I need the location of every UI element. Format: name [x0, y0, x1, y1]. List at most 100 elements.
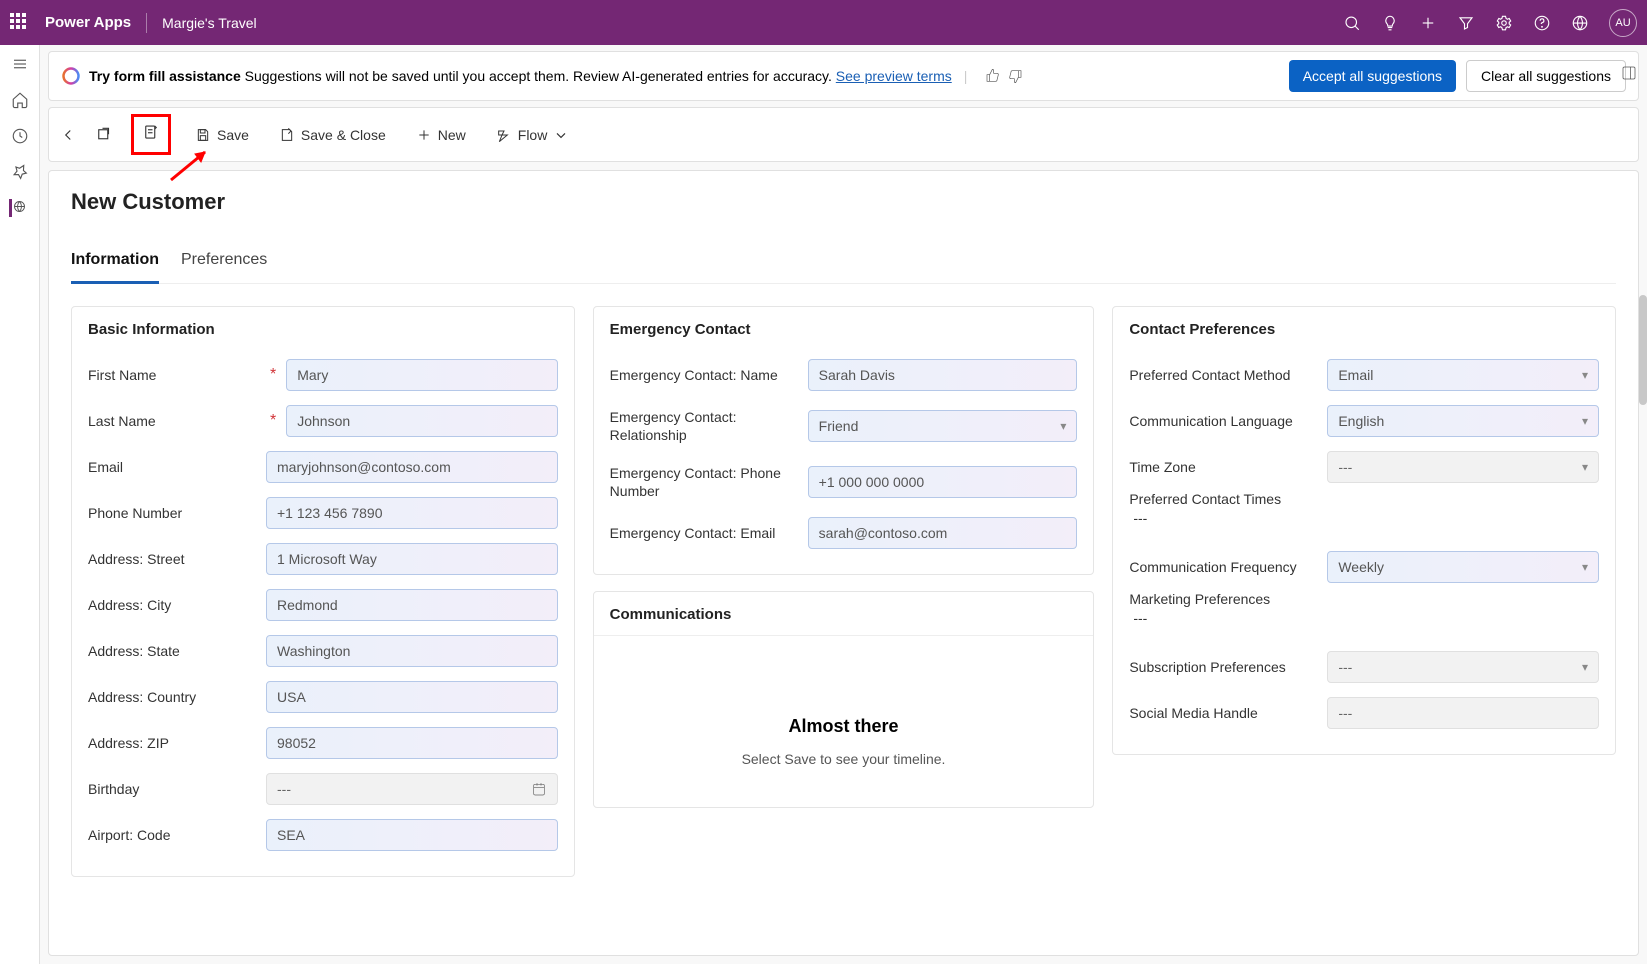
label-state: Address: State: [88, 643, 256, 659]
divider: [146, 13, 147, 33]
input-zip[interactable]: 98052: [266, 727, 558, 759]
filter-icon[interactable]: [1457, 14, 1475, 32]
globe-icon[interactable]: [9, 199, 27, 217]
input-birthday[interactable]: ---: [266, 773, 558, 805]
copilot-pane-toggle-icon[interactable]: [1615, 59, 1643, 87]
form-fill-toolbar-button-highlighted[interactable]: [131, 114, 171, 155]
input-email[interactable]: maryjohnson@contoso.com: [266, 451, 558, 483]
tab-information[interactable]: Information: [71, 245, 159, 283]
clear-all-suggestions-button[interactable]: Clear all suggestions: [1466, 60, 1626, 92]
select-ec-relationship[interactable]: Friend▾: [808, 410, 1078, 442]
search-icon[interactable]: [1343, 14, 1361, 32]
label-last-name: Last Name: [88, 413, 256, 429]
label-comm-freq: Communication Frequency: [1129, 558, 1317, 576]
label-mkt-pref: Marketing Preferences: [1129, 590, 1317, 608]
timeline-empty-title: Almost there: [614, 716, 1074, 737]
section-header: Contact Preferences: [1113, 307, 1615, 346]
global-header: Power Apps Margie's Travel AU: [0, 0, 1647, 45]
input-social-handle[interactable]: ---: [1327, 697, 1599, 729]
environment-name: Margie's Travel: [162, 15, 256, 31]
form-fill-assist-icon: [142, 123, 160, 141]
suggestion-title: Try form fill assistance: [89, 68, 241, 84]
input-ec-email[interactable]: sarah@contoso.com: [808, 517, 1078, 549]
value-pref-times: ---: [1129, 510, 1147, 526]
scrollbar[interactable]: [1639, 295, 1647, 405]
value-mkt-pref: ---: [1129, 610, 1147, 626]
page-title: New Customer: [71, 189, 1616, 215]
label-zip: Address: ZIP: [88, 735, 256, 751]
user-avatar[interactable]: AU: [1609, 9, 1637, 37]
input-street[interactable]: 1 Microsoft Way: [266, 543, 558, 575]
select-pref-method[interactable]: Email▾: [1327, 359, 1599, 391]
thumbs-up-icon[interactable]: [985, 68, 1001, 84]
select-sub-pref[interactable]: ---▾: [1327, 651, 1599, 683]
chevron-down-icon: ▾: [1582, 368, 1588, 382]
input-state[interactable]: Washington: [266, 635, 558, 667]
recent-icon[interactable]: [11, 127, 29, 145]
form-fill-suggestion-bar: Try form fill assistance Suggestions wil…: [48, 51, 1639, 101]
section-header: Basic Information: [72, 307, 574, 346]
label-ec-email: Emergency Contact: Email: [610, 524, 798, 542]
chevron-down-icon: ▾: [1582, 414, 1588, 428]
label-ec-name: Emergency Contact: Name: [610, 366, 798, 384]
chevron-down-icon: ▾: [1582, 560, 1588, 574]
label-city: Address: City: [88, 597, 256, 613]
add-icon[interactable]: [1419, 14, 1437, 32]
select-comm-frequency[interactable]: Weekly▾: [1327, 551, 1599, 583]
app-launcher-icon[interactable]: [10, 13, 30, 33]
select-pref-language[interactable]: English▾: [1327, 405, 1599, 437]
save-and-close-button[interactable]: Save & Close: [273, 123, 392, 147]
home-icon[interactable]: [11, 91, 29, 109]
help-icon[interactable]: [1533, 14, 1551, 32]
section-header: Communications: [594, 592, 1094, 636]
select-timezone[interactable]: ---▾: [1327, 451, 1599, 483]
chevron-down-icon: ▾: [1582, 460, 1588, 474]
chevron-down-icon: ▾: [1582, 660, 1588, 674]
form-page: New Customer Information Preferences Bas…: [48, 170, 1639, 956]
contact-preferences-card: Contact Preferences Preferred Contact Me…: [1112, 306, 1616, 755]
flow-button[interactable]: Flow: [490, 123, 576, 147]
label-first-name: First Name: [88, 367, 256, 383]
input-last-name[interactable]: Johnson: [286, 405, 557, 437]
app-title: Power Apps: [45, 14, 131, 31]
timeline-empty-subtitle: Select Save to see your timeline.: [614, 751, 1074, 767]
form-tabs: Information Preferences: [71, 245, 1616, 284]
label-pref-lang: Communication Language: [1129, 412, 1317, 430]
pin-icon[interactable]: [11, 163, 29, 181]
app-switcher-icon[interactable]: [1571, 14, 1589, 32]
label-airport-code: Airport: Code: [88, 827, 256, 843]
input-city[interactable]: Redmond: [266, 589, 558, 621]
label-street: Address: Street: [88, 551, 256, 567]
label-pref-method: Preferred Contact Method: [1129, 366, 1317, 384]
thumbs-down-icon[interactable]: [1007, 68, 1023, 84]
basic-info-card: Basic Information First Name*Mary Last N…: [71, 306, 575, 877]
back-icon[interactable]: [59, 126, 77, 144]
chevron-down-icon: [553, 127, 569, 143]
command-bar: Save Save & Close New Flow: [48, 107, 1639, 162]
accept-all-suggestions-button[interactable]: Accept all suggestions: [1289, 60, 1456, 92]
tab-preferences[interactable]: Preferences: [181, 245, 267, 283]
input-first-name[interactable]: Mary: [286, 359, 557, 391]
input-ec-phone[interactable]: +1 000 000 0000: [808, 466, 1078, 498]
label-email: Email: [88, 459, 256, 475]
hamburger-icon[interactable]: [11, 55, 29, 73]
lightbulb-icon[interactable]: [1381, 14, 1399, 32]
section-header: Emergency Contact: [594, 307, 1094, 346]
input-airport-code[interactable]: SEA: [266, 819, 558, 851]
preview-terms-link[interactable]: See preview terms: [836, 68, 952, 84]
input-country[interactable]: USA: [266, 681, 558, 713]
label-sub-pref: Subscription Preferences: [1129, 658, 1317, 676]
input-ec-name[interactable]: Sarah Davis: [808, 359, 1078, 391]
emergency-contact-card: Emergency Contact Emergency Contact: Nam…: [593, 306, 1095, 575]
input-phone[interactable]: +1 123 456 7890: [266, 497, 558, 529]
label-birthday: Birthday: [88, 781, 256, 797]
left-nav-rail: [0, 45, 40, 964]
label-phone: Phone Number: [88, 505, 256, 521]
label-country: Address: Country: [88, 689, 256, 705]
open-in-new-icon[interactable]: [95, 126, 113, 144]
new-button[interactable]: New: [410, 123, 472, 147]
suggestion-text: Suggestions will not be saved until you …: [241, 68, 836, 84]
save-button[interactable]: Save: [189, 123, 255, 147]
settings-icon[interactable]: [1495, 14, 1513, 32]
label-social: Social Media Handle: [1129, 704, 1317, 722]
